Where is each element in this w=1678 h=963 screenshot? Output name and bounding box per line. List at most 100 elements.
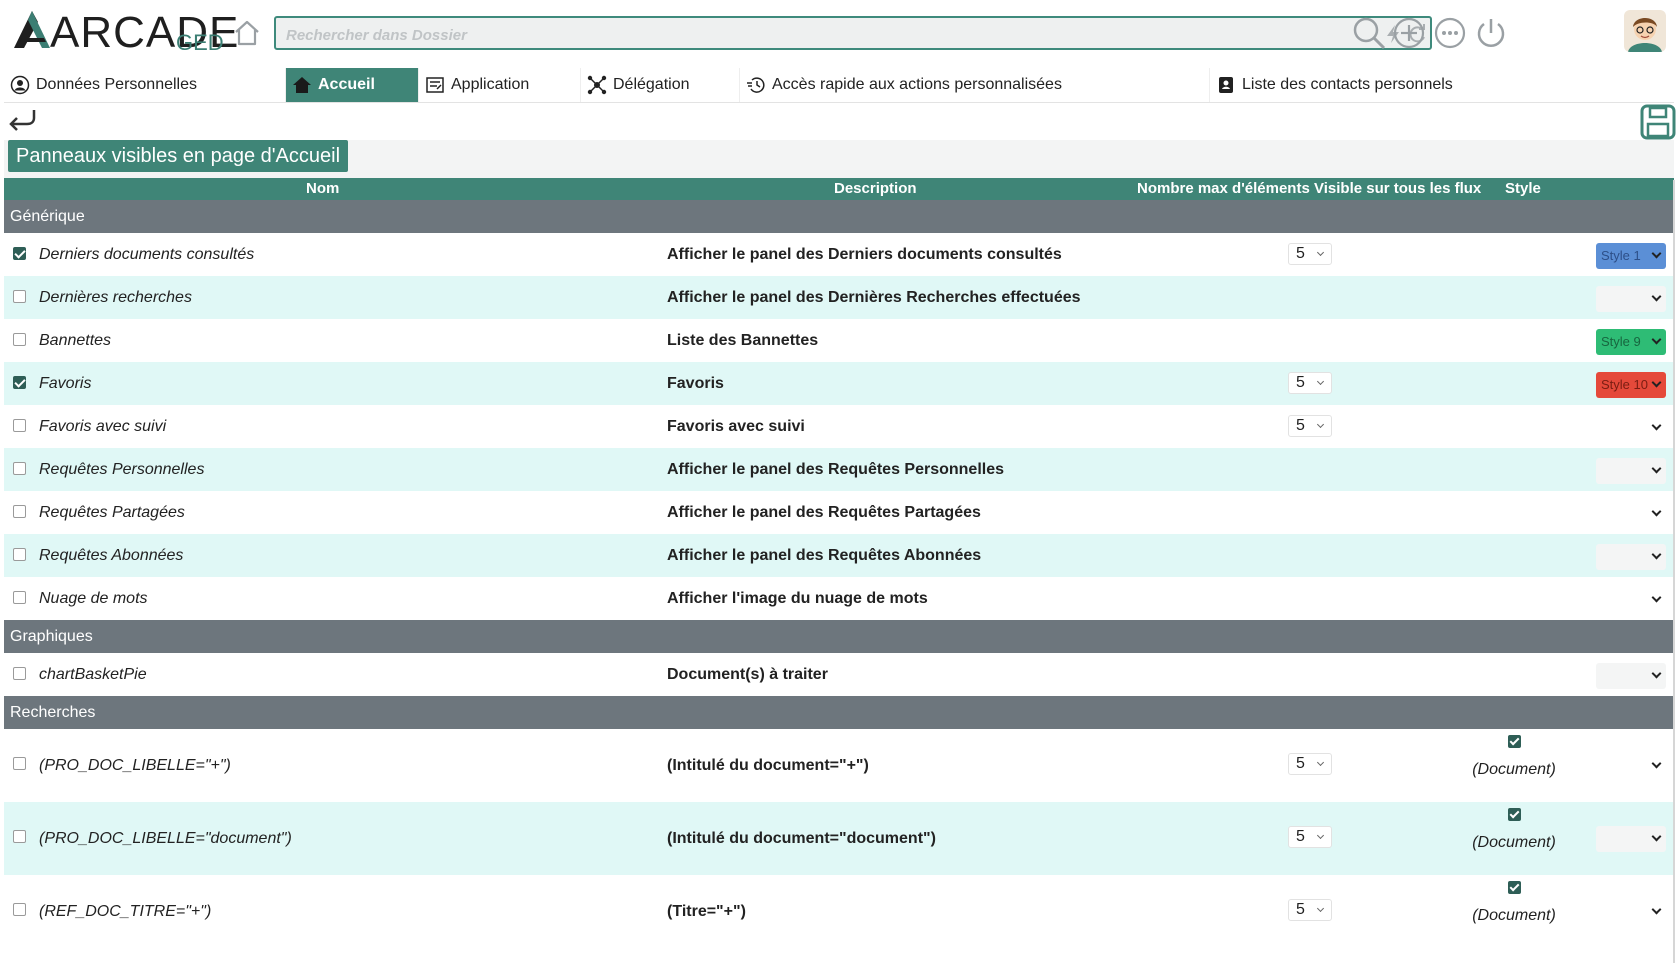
panel-enabled-checkbox[interactable] (13, 462, 26, 475)
visible-all-flux-cell: (Document) (1444, 881, 1584, 925)
panel-description: Afficher le panel des Requêtes Partagées (667, 504, 981, 521)
home-icon[interactable] (232, 18, 262, 48)
panel-name: (PRO_DOC_LIBELLE="document") (39, 830, 292, 847)
style-select[interactable] (1596, 899, 1666, 925)
panel-name: Favoris (39, 375, 92, 392)
panel-enabled-checkbox[interactable] (13, 548, 26, 561)
max-elements-select[interactable]: 5 (1288, 372, 1332, 394)
vertical-scrollbar[interactable] (1673, 180, 1675, 963)
style-select[interactable] (1596, 544, 1666, 570)
style-select[interactable]: Style 10 (1596, 372, 1666, 398)
table-header: Nom Description Nombre max d'éléments Vi… (4, 178, 1674, 200)
max-elements-select[interactable]: 5 (1288, 243, 1332, 265)
visible-flux-label: (Document) (1472, 834, 1556, 851)
visible-all-flux-cell: (Document) (1444, 735, 1584, 779)
tab-label: Délégation (613, 76, 690, 93)
panel-enabled-checkbox[interactable] (13, 290, 26, 303)
visible-all-flux-checkbox[interactable] (1507, 808, 1521, 821)
chevron-down-icon (1651, 377, 1662, 388)
style-select[interactable]: Style 9 (1596, 329, 1666, 355)
style-select[interactable] (1596, 286, 1666, 312)
chevron-down-icon (1651, 549, 1662, 560)
back-arrow-icon[interactable] (6, 106, 38, 134)
panel-enabled-checkbox[interactable] (13, 376, 26, 389)
max-elements-select[interactable]: 5 (1288, 415, 1332, 437)
column-header-max-elements[interactable]: Nombre max d'éléments (1137, 178, 1310, 200)
arcade-ged-logo[interactable]: ARCADE GED (12, 6, 238, 57)
chevron-down-icon (1651, 668, 1662, 679)
power-icon[interactable] (1472, 14, 1510, 52)
tab-application[interactable]: Application (419, 68, 581, 102)
style-select[interactable]: Style 1 (1596, 243, 1666, 269)
tab-label: Accès rapide aux actions personnalisées (772, 76, 1062, 93)
tab-label: Liste des contacts personnels (1242, 76, 1453, 93)
column-header-visible-flux[interactable]: Visible sur tous les flux (1314, 178, 1481, 200)
visible-all-flux-cell: (Document) (1444, 808, 1584, 852)
panel-enabled-checkbox[interactable] (13, 757, 26, 770)
panel-enabled-checkbox[interactable] (13, 419, 26, 432)
user-avatar[interactable] (1624, 10, 1666, 52)
column-header-nom[interactable]: Nom (306, 178, 339, 200)
table-row: Favoris avec suivi Favoris avec suivi 5 (4, 405, 1674, 448)
panel-enabled-checkbox[interactable] (13, 903, 26, 916)
panel-description: (Intitulé du document="document") (667, 830, 936, 847)
panel-name: (REF_DOC_TITRE="+") (39, 903, 212, 920)
tab-delegation[interactable]: Délégation (581, 68, 740, 102)
tab-acces-rapide[interactable]: Accès rapide aux actions personnalisées (740, 68, 1210, 102)
chevron-down-icon (1651, 592, 1662, 603)
chevron-down-icon (1651, 248, 1662, 259)
style-select-value: Style 1 (1601, 248, 1641, 263)
contact-card-icon (1219, 77, 1233, 93)
table-row: Requêtes Abonnées Afficher le panel des R… (4, 534, 1674, 577)
panel-name: Favoris avec suivi (39, 418, 167, 435)
max-elements-select[interactable]: 5 (1288, 826, 1332, 848)
content-toolbar (0, 104, 1678, 140)
group-header: Graphiques (4, 620, 1674, 653)
panel-enabled-checkbox[interactable] (13, 247, 26, 260)
style-select[interactable] (1596, 415, 1666, 441)
panel-enabled-checkbox[interactable] (13, 830, 26, 843)
panel-description: Afficher l'image du nuage de mots (667, 590, 928, 607)
panel-name: Requêtes Abonnées (39, 547, 184, 564)
tab-liste-contacts[interactable]: Liste des contacts personnels (1210, 68, 1674, 102)
panel-enabled-checkbox[interactable] (13, 333, 26, 346)
column-header-description[interactable]: Description (834, 178, 917, 200)
add-circle-icon[interactable] (1390, 14, 1428, 52)
panel-section-header: Panneaux visibles en page d'Accueil (4, 140, 1674, 178)
style-select[interactable] (1596, 458, 1666, 484)
group-header: Recherches (4, 696, 1674, 729)
table-row: Nuage de mots Afficher l'image du nuage d… (4, 577, 1674, 620)
save-icon[interactable] (1640, 104, 1676, 140)
table-row: chartBasketPie Document(s) à traiter (4, 653, 1674, 696)
more-options-icon[interactable] (1431, 14, 1469, 52)
style-select[interactable] (1596, 501, 1666, 527)
style-select[interactable] (1596, 753, 1666, 779)
panel-description: Document(s) à traiter (667, 666, 828, 683)
visible-all-flux-checkbox[interactable] (1507, 735, 1521, 748)
style-select[interactable] (1596, 587, 1666, 613)
visible-flux-label: (Document) (1472, 761, 1556, 778)
column-header-style[interactable]: Style (1505, 178, 1541, 200)
tab-donnees-personnelles[interactable]: Données Personnelles (4, 68, 286, 102)
panel-name: chartBasketPie (39, 666, 147, 683)
max-elements-select[interactable]: 5 (1288, 899, 1332, 921)
chevron-down-icon (1651, 334, 1662, 345)
app-header: ARCADE GED (0, 0, 1678, 66)
panel-description: Favoris (667, 375, 724, 392)
tab-bar: Données Personnelles Accueil Application… (4, 68, 1674, 103)
style-select[interactable] (1596, 826, 1666, 852)
chevron-down-icon (1651, 420, 1662, 431)
search-icon[interactable] (1350, 14, 1388, 52)
table-row: (REF_DOC_TITRE="+") (Titre="+") 5 (Document… (4, 875, 1674, 948)
panel-name: Requêtes Personnelles (39, 461, 205, 478)
search-input[interactable] (284, 22, 1348, 48)
style-select[interactable] (1596, 663, 1666, 689)
panel-name: Requêtes Partagées (39, 504, 185, 521)
panel-enabled-checkbox[interactable] (13, 667, 26, 680)
visible-all-flux-checkbox[interactable] (1507, 881, 1521, 894)
panels-table: Nom Description Nombre max d'éléments Vi… (4, 178, 1674, 948)
panel-enabled-checkbox[interactable] (13, 505, 26, 518)
tab-accueil[interactable]: Accueil (286, 68, 419, 102)
panel-enabled-checkbox[interactable] (13, 591, 26, 604)
max-elements-select[interactable]: 5 (1288, 753, 1332, 775)
